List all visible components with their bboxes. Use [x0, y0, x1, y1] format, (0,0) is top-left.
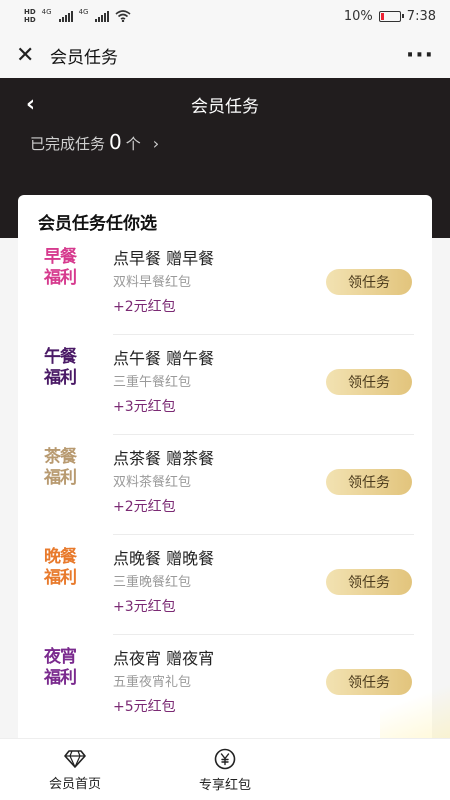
badge-line-2: 福利	[44, 468, 77, 488]
webview-navbar: ✕ 会员任务 ···	[0, 32, 450, 78]
network-type-2: 4G	[78, 8, 89, 16]
task-description: 三重午餐红包	[113, 375, 192, 390]
clock: 7:38	[406, 8, 436, 24]
status-left: HD HD 4G 4G	[24, 8, 131, 24]
chevron-right-icon: ›	[152, 134, 160, 153]
task-reward: +3元红包	[113, 399, 176, 415]
hd-label-2: HD	[24, 16, 36, 24]
badge-line-1: 茶餐	[44, 447, 77, 467]
close-icon[interactable]: ✕	[16, 43, 42, 68]
task-description: 双料早餐红包	[113, 275, 192, 290]
meal-badge-icon: 午餐 福利	[38, 347, 82, 389]
task-item-breakfast: 早餐 福利 点早餐 赠早餐 双料早餐红包 +2元红包 领任务	[18, 235, 432, 335]
task-reward: +3元红包	[113, 599, 176, 615]
status-bar: HD HD 4G 4G 10% 7:38	[0, 0, 450, 32]
hd-label-1: HD	[24, 8, 36, 16]
task-card: 会员任务任你选 早餐 福利 点早餐 赠早餐 双料早餐红包 +2元红包 领任务 午…	[18, 195, 432, 755]
completed-tasks-unit: 个	[125, 135, 141, 153]
task-name: 点茶餐 赠茶餐	[113, 449, 215, 468]
task-item-tea: 茶餐 福利 点茶餐 赠茶餐 双料茶餐红包 +2元红包 领任务	[18, 435, 432, 535]
claim-task-button[interactable]: 领任务	[326, 569, 412, 595]
task-description: 双料茶餐红包	[113, 475, 192, 490]
task-name: 点晚餐 赠晚餐	[113, 549, 215, 568]
claim-task-button[interactable]: 领任务	[326, 269, 412, 295]
task-description: 三重晚餐红包	[113, 575, 192, 590]
completed-tasks-link[interactable]: 已完成任务 0 个 ›	[30, 130, 159, 154]
task-item-lunch: 午餐 福利 点午餐 赠午餐 三重午餐红包 +3元红包 领任务	[18, 335, 432, 435]
task-description: 五重夜宵礼包	[113, 675, 192, 690]
badge-line-2: 福利	[44, 368, 77, 388]
badge-line-1: 晚餐	[44, 547, 77, 567]
meal-badge-icon: 夜宵 福利	[38, 647, 82, 689]
task-item-dinner: 晚餐 福利 点晚餐 赠晚餐 三重晚餐红包 +3元红包 领任务	[18, 535, 432, 635]
task-name: 点午餐 赠午餐	[113, 349, 215, 368]
badge-line-1: 夜宵	[44, 647, 77, 667]
claim-task-button[interactable]: 领任务	[326, 369, 412, 395]
hd-indicator: HD HD	[24, 8, 36, 24]
completed-tasks-count: 0	[109, 130, 122, 154]
task-item-late-night: 夜宵 福利 点夜宵 赠夜宵 五重夜宵礼包 +5元红包 领任务	[18, 635, 432, 735]
task-reward: +2元红包	[113, 499, 176, 515]
task-reward: +2元红包	[113, 299, 176, 315]
signal-icon-2	[95, 10, 110, 22]
webview-title: 会员任务	[50, 47, 118, 68]
tab-label: 会员首页	[48, 776, 101, 792]
more-options-icon[interactable]: ···	[406, 43, 434, 68]
wifi-icon	[115, 10, 131, 22]
badge-line-2: 福利	[44, 568, 77, 588]
task-name: 点早餐 赠早餐	[113, 249, 215, 268]
badge-line-2: 福利	[44, 668, 77, 688]
card-title: 会员任务任你选	[38, 214, 157, 234]
network-type-1: 4G	[41, 8, 52, 16]
completed-tasks-label: 已完成任务	[30, 135, 106, 153]
meal-badge-icon: 茶餐 福利	[38, 447, 82, 489]
badge-line-1: 早餐	[44, 247, 77, 267]
tab-member-home[interactable]: 会员首页	[0, 739, 150, 800]
status-right: 10% 7:38	[344, 9, 436, 24]
badge-line-2: 福利	[44, 268, 77, 288]
tab-label: 专享红包	[198, 777, 251, 793]
claim-task-button[interactable]: 领任务	[326, 469, 412, 495]
claim-task-button[interactable]: 领任务	[326, 669, 412, 695]
battery-icon	[378, 10, 404, 22]
signal-icon	[58, 10, 73, 22]
meal-badge-icon: 晚餐 福利	[38, 547, 82, 589]
tab-exclusive-redpacket[interactable]: 专享红包	[150, 739, 300, 800]
task-reward: +5元红包	[113, 699, 176, 715]
task-name: 点夜宵 赠夜宵	[113, 649, 215, 668]
battery-percent: 10%	[343, 8, 373, 24]
yen-coin-icon	[214, 748, 236, 770]
meal-badge-icon: 早餐 福利	[38, 247, 82, 289]
bottom-tabbar: 会员首页 专享红包	[0, 738, 450, 800]
diamond-icon	[64, 749, 86, 769]
page-title: 会员任务	[191, 97, 259, 117]
badge-line-1: 午餐	[44, 347, 77, 367]
